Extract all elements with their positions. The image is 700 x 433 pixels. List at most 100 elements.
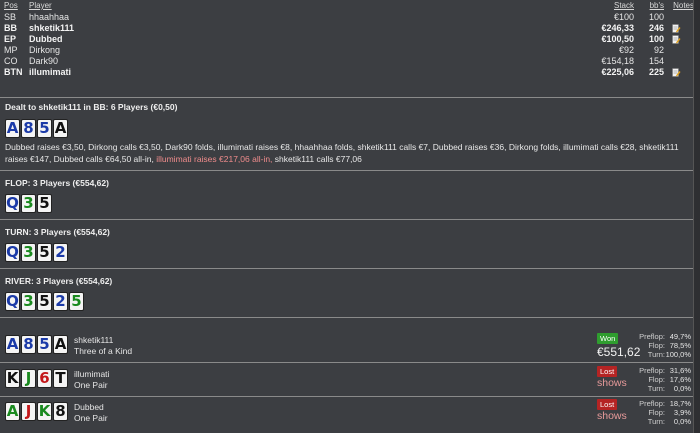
result-badge: Won [597,333,619,344]
equity-street-label: Turn: [647,417,665,426]
result-player-name[interactable]: illumimati [74,369,109,379]
playing-card: 8 [21,335,36,354]
equity-line: Turn: 100,0% [635,350,691,359]
shows-label: shows [597,377,627,389]
divider [0,268,693,269]
equity-street-label: Turn: [647,350,665,359]
equity-value: 0,0% [673,417,691,426]
note-icon[interactable] [672,68,681,77]
player-bb: 92 [653,45,664,55]
player-row[interactable]: EP Dubbed €100,50 100 [0,34,700,45]
hole-cards: A85A [5,119,69,138]
river-title: RIVER: 3 Players (€554,62) [5,276,113,286]
header-player[interactable]: Player [29,0,52,12]
playing-card: 5 [37,194,52,213]
equity-value: 0,0% [673,384,691,393]
playing-card: 8 [53,402,68,421]
equity-line: Flop: 78,5% [635,341,691,350]
player-row[interactable]: CO Dark90 €154,18 154 [0,56,700,67]
shows-label: shows [597,410,627,422]
player-row[interactable]: BB shketik111 €246,33 246 [0,23,700,34]
playing-card: 6 [37,369,52,388]
won-amount: €551,62 [597,345,641,359]
player-name: Dubbed [29,34,63,44]
result-row: K J 6 Tillumimati One Pair Lost shows Preflop: 3… [0,364,693,397]
player-stack: €92 [618,45,634,55]
header-notes[interactable]: Notes [673,0,694,12]
equity-street-label: Preflop: [639,399,665,408]
playing-card: Q [5,292,20,311]
preflop-actions: Dubbed raises €3,50, Dirkong calls €3,50… [5,141,693,165]
flop-cards: Q35 [5,194,53,213]
equity-line: Flop: 17,6% [635,375,691,384]
equity-street-label: Flop: [648,341,665,350]
equity-value: 49,7% [669,332,691,341]
result-player-name[interactable]: shketik111 [74,335,113,345]
player-pos: SB [4,12,17,22]
equity-street-label: Preflop: [639,366,665,375]
playing-card: K [37,402,52,421]
equity-street-label: Turn: [647,384,665,393]
playing-card: J [21,369,36,388]
actions-line: raises €147, Dubbed calls €64,50 all-in,… [5,154,362,164]
playing-card: 5 [37,243,52,262]
divider [0,219,693,220]
player-pos: BTN [4,67,23,77]
players-table: Pos Player Stack bb's Notes SB hhaahhaa €1… [0,0,700,78]
player-name: Dirkong [29,45,61,55]
playing-card: 8 [21,119,36,138]
playing-card: A [53,335,68,354]
hand-history-view: Pos Player Stack bb's Notes SB hhaahhaa €1… [0,0,700,433]
players-header: Pos Player Stack bb's Notes [0,0,700,12]
equity-stats: Preflop: 18,7% Flop: 3,9% Turn: 0,0% [635,399,691,426]
playing-card: T [53,369,68,388]
result-hand-rank: Three of a Kind [74,346,133,356]
player-stack: €100 [613,12,634,22]
playing-card: A [5,119,20,138]
equity-stats: Preflop: 49,7% Flop: 78,5% Turn: 100,0% [635,332,691,359]
player-bb: 100 [648,34,664,44]
result-hand-rank: One Pair [74,413,108,423]
player-row[interactable]: SB hhaahhaa €100 100 [0,12,700,23]
equity-stats: Preflop: 31,6% Flop: 17,6% Turn: 0,0% [635,366,691,393]
result-badge: Lost [597,366,618,377]
note-icon[interactable] [672,24,681,33]
player-pos: BB [4,23,17,33]
equity-line: Turn: 0,0% [635,384,691,393]
shown-cards: A85A [5,335,69,354]
player-row[interactable]: BTN illumimati €225,06 225 [0,67,700,78]
equity-value: 17,6% [669,375,691,384]
note-icon[interactable] [672,35,681,44]
playing-card: 3 [21,292,36,311]
equity-street-label: Flop: [648,408,665,417]
player-name: shketik111 [29,23,75,33]
player-bb: 246 [648,23,664,33]
header-stack[interactable]: Stack [614,0,634,12]
turn-title: TURN: 3 Players (€554,62) [5,227,110,237]
equity-line: Turn: 0,0% [635,417,691,426]
equity-value: 31,6% [669,366,691,375]
actions-line: Dubbed raises €3,50, Dirkong calls €3,50… [5,142,679,152]
result-player-name[interactable]: Dubbed [74,402,104,412]
playing-card: 2 [53,243,68,262]
divider [0,317,693,318]
playing-card: A [53,119,68,138]
scrollbar[interactable] [693,0,700,433]
player-name: Dark90 [29,56,59,66]
playing-card: 3 [21,243,36,262]
turn-cards: Q352 [5,243,69,262]
playing-card: 5 [69,292,84,311]
flop-title: FLOP: 3 Players (€554,62) [5,178,109,188]
result-row: A J K 8 Dubbed One Pair Lost shows Preflop: 18,7%… [0,397,693,430]
player-bb: 154 [648,56,664,66]
player-row[interactable]: MP Dirkong €92 92 [0,45,700,56]
divider [0,170,693,171]
equity-line: Preflop: 49,7% [635,332,691,341]
player-stack: €154,18 [601,56,634,66]
playing-card: 5 [37,335,52,354]
equity-line: Preflop: 18,7% [635,399,691,408]
header-pos[interactable]: Pos [4,0,18,12]
player-stack: €100,50 [601,34,634,44]
header-bb[interactable]: bb's [650,0,664,12]
player-stack: €225,06 [601,67,634,77]
